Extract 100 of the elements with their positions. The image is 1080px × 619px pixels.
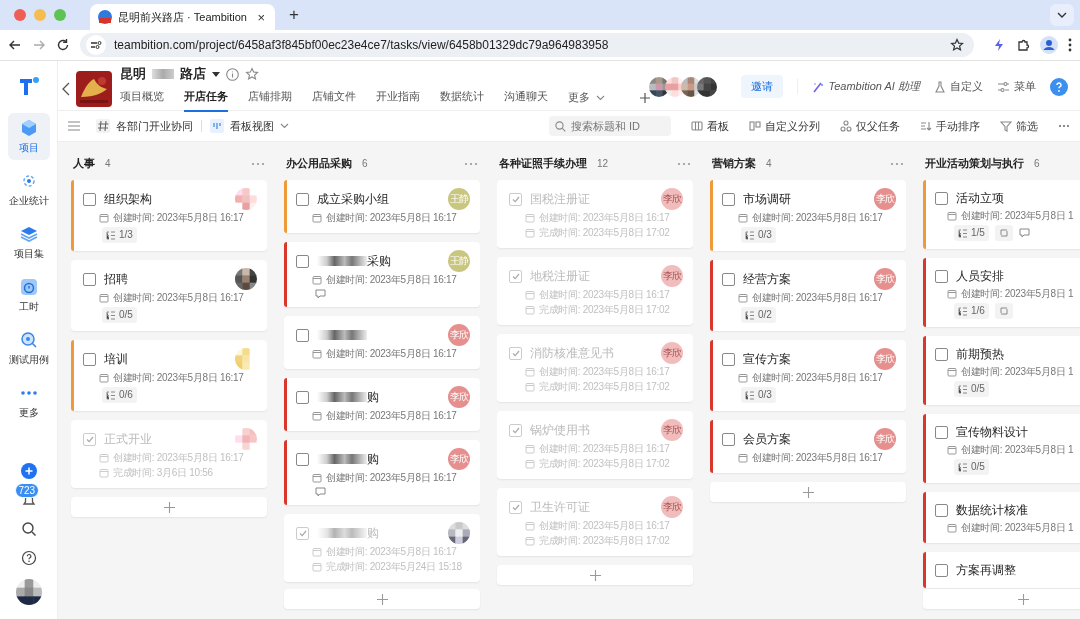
task-card[interactable]: 购 李欣 创建时间: 2023年5月8日 16:17 <box>284 378 480 431</box>
group-selector[interactable]: 各部门开业协同 <box>116 118 193 134</box>
chevron-down-icon[interactable] <box>280 123 289 129</box>
more-menu-icon[interactable] <box>1068 38 1072 52</box>
project-tab[interactable]: 项目概览 <box>120 89 164 112</box>
toolbar-button[interactable]: 自定义分列 <box>765 118 820 134</box>
toolbar-button[interactable]: 仅父任务 <box>856 118 900 134</box>
browser-tab[interactable]: 昆明前兴路店 · Teambition × <box>90 4 275 30</box>
info-icon[interactable] <box>226 67 239 81</box>
task-card[interactable]: 成立采购小组 王静 创建时间: 2023年5月8日 16:17 <box>284 180 480 233</box>
checkbox[interactable] <box>296 526 309 540</box>
view-selector[interactable]: 看板视图 <box>230 118 274 134</box>
toolbar-button[interactable]: 手动排序 <box>936 118 980 134</box>
caret-down-icon[interactable] <box>212 71 220 77</box>
project-tab[interactable]: 开业指南 <box>376 89 420 112</box>
calendar-icon <box>312 473 322 483</box>
task-card[interactable]: 会员方案 李欣 创建时间: 2023年5月8日 16:17 <box>710 420 906 473</box>
checkbox[interactable] <box>935 347 948 361</box>
created-time: 创建时间: 2023年5月8日 16:17 <box>752 451 883 465</box>
checkbox[interactable] <box>722 432 735 446</box>
back-icon[interactable] <box>62 81 70 96</box>
bookmark-star-icon[interactable] <box>950 38 964 52</box>
toolbar-button[interactable]: 看板 <box>707 118 729 134</box>
search-icon[interactable] <box>20 521 37 537</box>
task-card[interactable]: 组织架构 创建时间: 2023年5月8日 16:17 1/3 <box>71 180 267 251</box>
task-card[interactable]: 宣传方案 李欣 创建时间: 2023年5月8日 16:17 0/3 <box>710 340 906 411</box>
task-card[interactable]: 采购 王静 创建时间: 2023年5月8日 16:17 <box>284 242 480 307</box>
more-icon[interactable] <box>1058 124 1070 128</box>
more-tab[interactable]: 更多 <box>568 90 590 105</box>
help-icon[interactable] <box>20 550 37 566</box>
task-card[interactable]: 培训 创建时间: 2023年5月8日 16:17 0/6 <box>71 340 267 411</box>
star-icon[interactable] <box>245 67 259 81</box>
checkbox[interactable] <box>83 272 96 286</box>
task-card[interactable]: 招聘 创建时间: 2023年5月8日 16:17 0/5 <box>71 260 267 331</box>
task-card[interactable]: 购 李欣 创建时间: 2023年5月8日 16:17 <box>284 440 480 505</box>
sidebar-item[interactable]: 项目集 <box>7 219 50 266</box>
project-tab[interactable]: 店铺文件 <box>312 89 356 112</box>
sidebar-item[interactable]: 工时 <box>7 272 50 319</box>
add-icon[interactable] <box>20 463 37 479</box>
add-tab-icon[interactable] <box>639 91 651 104</box>
checkbox[interactable] <box>509 500 522 514</box>
checkbox[interactable] <box>935 563 948 577</box>
close-tab-button[interactable]: × <box>255 9 267 25</box>
task-card[interactable]: 前期预热 创建时间: 2023年5月8日 1 0/5 <box>923 336 1080 405</box>
ai-assistant-button[interactable]: Teambition AI 助理 <box>828 79 920 94</box>
tab-search-button[interactable] <box>1050 4 1074 26</box>
checkbox[interactable] <box>509 346 522 360</box>
task-card[interactable]: 数据统计核准 创建时间: 2023年5月8日 1 <box>923 492 1080 543</box>
checkbox[interactable] <box>83 352 96 366</box>
task-card[interactable]: 方案再调整 <box>923 552 1080 588</box>
checkbox[interactable] <box>722 352 735 366</box>
sidebar-item[interactable]: 更多 <box>7 378 50 425</box>
task-title: 数据统计核准 <box>956 502 1028 518</box>
toolbar-button[interactable]: 筛选 <box>1016 118 1038 134</box>
checkbox[interactable] <box>296 192 309 206</box>
checkbox[interactable] <box>935 425 948 439</box>
sidebar-item[interactable]: 项目 <box>7 113 50 160</box>
task-card[interactable]: 宣传物料设计 创建时间: 2023年5月8日 1 0/5 <box>923 414 1080 483</box>
menu-button[interactable]: 菜单 <box>1014 79 1036 94</box>
checkbox[interactable] <box>935 191 948 205</box>
back-icon[interactable] <box>8 38 22 52</box>
checkbox[interactable] <box>935 269 948 283</box>
checkbox[interactable] <box>722 192 735 206</box>
new-tab-button[interactable]: + <box>285 5 303 25</box>
more-icon[interactable] <box>251 161 265 166</box>
checkbox[interactable] <box>296 390 309 404</box>
invite-button[interactable]: 邀请 <box>741 75 784 98</box>
more-icon[interactable] <box>464 161 478 166</box>
task-card[interactable]: 活动立项 创建时间: 2023年5月8日 1 1/5 <box>923 180 1080 249</box>
task-card[interactable]: 李欣 创建时间: 2023年5月8日 16:17 <box>284 316 480 369</box>
task-card[interactable]: 市场调研 李欣 创建时间: 2023年5月8日 16:17 0/3 <box>710 180 906 251</box>
lightning-icon[interactable] <box>992 38 1006 52</box>
checkbox[interactable] <box>83 192 96 206</box>
sidebar-item[interactable]: 测试用例 <box>7 325 50 372</box>
project-tab[interactable]: 数据统计 <box>440 89 484 112</box>
project-tab[interactable]: 开店任务 <box>184 89 228 112</box>
checkbox[interactable] <box>83 432 96 446</box>
customize-button[interactable]: 自定义 <box>950 79 983 94</box>
more-icon[interactable] <box>890 161 904 166</box>
checkbox[interactable] <box>509 269 522 283</box>
puzzle-icon[interactable] <box>1016 38 1030 52</box>
task-card[interactable]: 经营方案 李欣 创建时间: 2023年5月8日 16:17 0/2 <box>710 260 906 331</box>
checkbox[interactable] <box>722 272 735 286</box>
close-window-button[interactable] <box>14 9 26 21</box>
reload-icon[interactable] <box>56 38 70 52</box>
search-field[interactable]: 搜索标题和 ID <box>549 116 671 136</box>
checkbox[interactable] <box>296 254 309 268</box>
checkbox[interactable] <box>509 192 522 206</box>
site-settings-icon[interactable] <box>86 35 106 55</box>
checkbox[interactable] <box>509 423 522 437</box>
sidebar-item[interactable]: 企业统计 <box>7 166 50 213</box>
forward-icon[interactable] <box>32 38 46 52</box>
checkbox[interactable] <box>296 452 309 466</box>
task-card[interactable]: 人员安排 创建时间: 2023年5月8日 1 1/6 <box>923 258 1080 327</box>
checkbox[interactable] <box>935 503 948 517</box>
checkbox[interactable] <box>296 328 309 342</box>
project-tab[interactable]: 店铺排期 <box>248 89 292 112</box>
project-tab[interactable]: 沟通聊天 <box>504 89 548 112</box>
profile-icon[interactable] <box>1040 36 1058 54</box>
more-icon[interactable] <box>677 161 691 166</box>
